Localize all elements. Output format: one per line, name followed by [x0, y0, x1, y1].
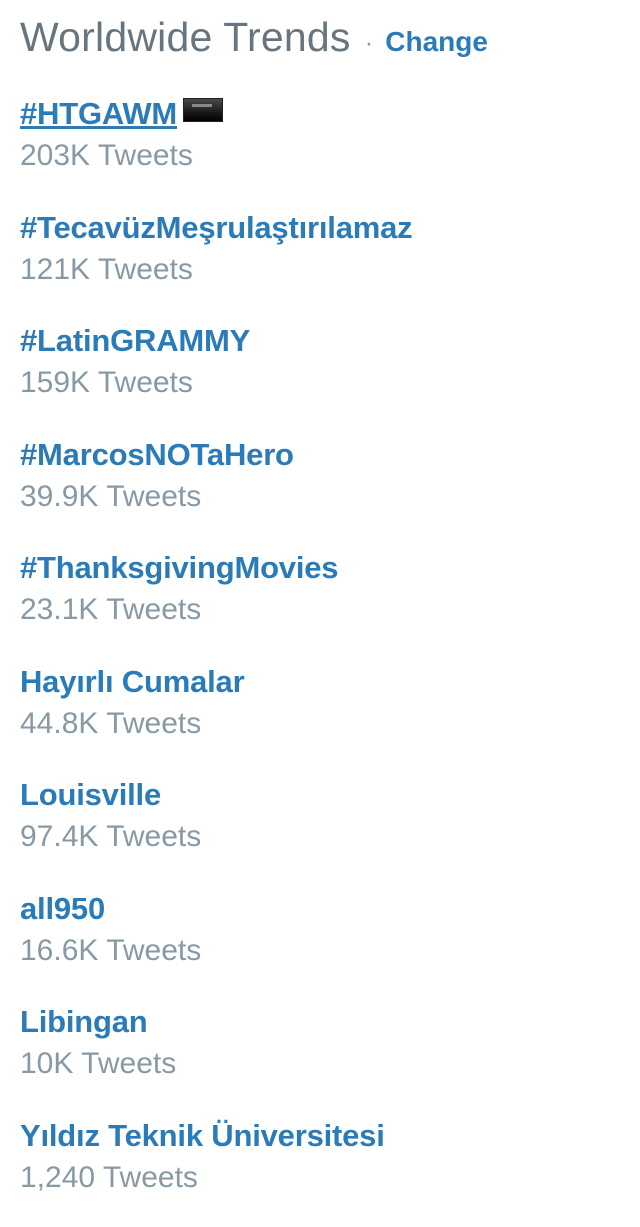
trend-name-row: Louisville [20, 773, 620, 817]
tweet-count: 97.4K Tweets [20, 817, 620, 857]
trend-item: #HTGAWM 203K Tweets [20, 92, 620, 206]
trend-link[interactable]: Libingan [20, 1004, 148, 1040]
tweet-count: 39.9K Tweets [20, 477, 620, 517]
trend-name-row: Yıldız Teknik Üniversitesi [20, 1114, 620, 1158]
trend-name-row: Hayırlı Cumalar [20, 660, 620, 704]
tweet-count: 159K Tweets [20, 363, 620, 403]
trend-name-row: Libingan [20, 1000, 620, 1044]
trend-link[interactable]: #LatinGRAMMY [20, 323, 250, 359]
change-link[interactable]: Change [385, 26, 488, 58]
trend-name-row: #LatinGRAMMY [20, 319, 620, 363]
trends-title: Worldwide Trends [20, 14, 351, 61]
header-separator: · [365, 27, 374, 58]
tweet-count: 203K Tweets [20, 136, 620, 176]
trend-item: Hayırlı Cumalar 44.8K Tweets [20, 660, 620, 774]
tweet-count: 16.6K Tweets [20, 931, 620, 971]
trend-item: #TecavüzMeşrulaştırılamaz 121K Tweets [20, 206, 620, 320]
trend-link[interactable]: #MarcosNOTaHero [20, 437, 294, 473]
trend-link[interactable]: Hayırlı Cumalar [20, 664, 244, 700]
trend-link[interactable]: #ThanksgivingMovies [20, 550, 338, 586]
trend-item: Louisville 97.4K Tweets [20, 773, 620, 887]
trends-list: #HTGAWM 203K Tweets #TecavüzMeşrulaştırı… [20, 92, 620, 1227]
tweet-count: 23.1K Tweets [20, 590, 620, 630]
trend-item: all950 16.6K Tweets [20, 887, 620, 1001]
trend-link[interactable]: Yıldız Teknik Üniversitesi [20, 1118, 385, 1154]
trend-link[interactable]: all950 [20, 891, 105, 927]
trend-item: Libingan 10K Tweets [20, 1000, 620, 1114]
trend-media-thumbnail[interactable] [183, 98, 223, 122]
tweet-count: 121K Tweets [20, 250, 620, 290]
trend-name-row: #TecavüzMeşrulaştırılamaz [20, 206, 620, 250]
trend-name-row: #ThanksgivingMovies [20, 546, 620, 590]
tweet-count: 10K Tweets [20, 1044, 620, 1084]
trends-header: Worldwide Trends · Change [20, 14, 488, 74]
trend-item: #LatinGRAMMY 159K Tweets [20, 319, 620, 433]
trend-name-row: #MarcosNOTaHero [20, 433, 620, 477]
tweet-count: 44.8K Tweets [20, 704, 620, 744]
trend-item: #ThanksgivingMovies 23.1K Tweets [20, 546, 620, 660]
trend-item: Yıldız Teknik Üniversitesi 1,240 Tweets [20, 1114, 620, 1227]
trend-name-row: #HTGAWM [20, 92, 620, 136]
trend-link[interactable]: Louisville [20, 777, 161, 813]
trend-link[interactable]: #TecavüzMeşrulaştırılamaz [20, 210, 412, 246]
tweet-count: 1,240 Tweets [20, 1158, 620, 1198]
trend-link[interactable]: #HTGAWM [20, 96, 177, 132]
trend-item: #MarcosNOTaHero 39.9K Tweets [20, 433, 620, 547]
trend-name-row: all950 [20, 887, 620, 931]
